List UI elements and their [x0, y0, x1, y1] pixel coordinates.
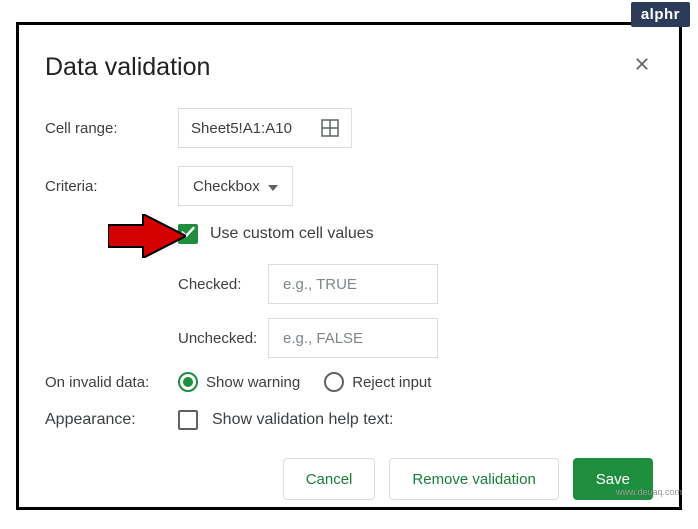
data-validation-dialog: Data validation Cell range: Criteria: [16, 22, 682, 510]
cell-range-row: Cell range: [45, 108, 653, 148]
reject-input-label: Reject input [352, 374, 431, 391]
arrow-annotation [108, 214, 186, 263]
close-icon [633, 60, 651, 77]
cell-range-input[interactable] [191, 120, 311, 137]
reject-input-radio[interactable]: Reject input [324, 372, 431, 392]
cell-range-label: Cell range: [45, 120, 178, 137]
dialog-header: Data validation [45, 53, 653, 82]
grid-icon[interactable] [321, 119, 339, 137]
invalid-data-row: On invalid data: Show warning Reject inp… [45, 372, 653, 392]
unchecked-row: Unchecked: [178, 318, 653, 358]
appearance-row: Appearance: Show validation help text: [45, 410, 653, 430]
checked-input[interactable] [268, 264, 438, 304]
custom-values-row: Use custom cell values [178, 224, 653, 244]
watermark: www.deuaq.com [616, 487, 682, 497]
criteria-row: Criteria: Checkbox [45, 166, 653, 206]
unchecked-input[interactable] [268, 318, 438, 358]
alphr-logo: alphr [631, 2, 690, 27]
radio-icon-unchecked [324, 372, 344, 392]
criteria-dropdown-label: Checkbox [193, 178, 260, 195]
chevron-down-icon [268, 178, 278, 195]
show-warning-label: Show warning [206, 374, 300, 391]
checked-label: Checked: [178, 276, 268, 293]
remove-validation-button[interactable]: Remove validation [389, 458, 558, 500]
dialog-footer: Cancel Remove validation Save [45, 458, 653, 500]
cell-range-input-wrap[interactable] [178, 108, 352, 148]
help-text-checkbox-wrap: Show validation help text: [178, 410, 393, 430]
cancel-button[interactable]: Cancel [283, 458, 376, 500]
invalid-data-label: On invalid data: [45, 374, 178, 391]
appearance-label: Appearance: [45, 411, 178, 429]
dialog-title: Data validation [45, 53, 210, 82]
criteria-dropdown[interactable]: Checkbox [178, 166, 293, 206]
criteria-detail-block: Use custom cell values Checked: Unchecke… [178, 224, 653, 358]
radio-icon-checked [178, 372, 198, 392]
criteria-label: Criteria: [45, 178, 178, 195]
checked-row: Checked: [178, 264, 653, 304]
close-button[interactable] [631, 53, 653, 80]
help-text-checkbox[interactable] [178, 410, 198, 430]
unchecked-label: Unchecked: [178, 330, 268, 347]
show-warning-radio[interactable]: Show warning [178, 372, 300, 392]
custom-values-label: Use custom cell values [210, 225, 374, 243]
help-text-label: Show validation help text: [212, 411, 393, 429]
invalid-data-radio-group: Show warning Reject input [178, 372, 431, 392]
